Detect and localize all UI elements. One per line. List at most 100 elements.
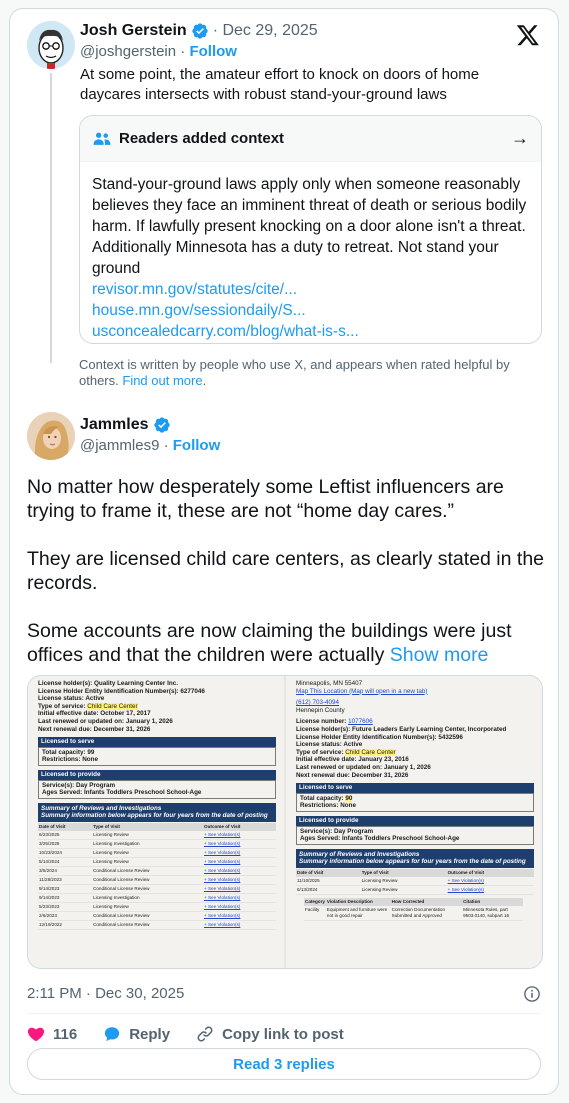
table-cell: Licensing Review [92, 857, 204, 867]
post-paragraph-2: They are licensed child care centers, as… [27, 548, 545, 594]
quoted-date[interactable]: · Dec 29, 2025 [213, 21, 318, 41]
context-link-2[interactable]: house.mn.gov/sessiondaily/S... [92, 300, 529, 321]
doc-right-county: Hennepin County [296, 706, 345, 714]
table-cell: + See Violation(s) [446, 885, 534, 895]
follow-button[interactable]: Follow [173, 437, 221, 454]
note-period: . [202, 373, 207, 388]
table-cell: + See Violation(s) [203, 839, 276, 849]
doc-right-status: License status: Active [296, 741, 363, 749]
author-name[interactable]: Jammles [80, 415, 149, 435]
divider [27, 1013, 541, 1014]
table-row: 3/25/2025 Licensing Investigation + See Vi… [38, 839, 276, 849]
x-logo-icon[interactable] [516, 23, 540, 47]
read-replies-label: Read 3 replies [233, 1055, 335, 1073]
doc-left-type-label: Type of service: [38, 702, 86, 710]
doc-left-next: Next renewal due: December 31, 2026 [38, 725, 151, 733]
author-handle[interactable]: @jammles9 [80, 437, 159, 454]
context-link-3[interactable]: usconcealedcarry.com/blog/what-is-s... [92, 321, 529, 342]
table-row: 11/10/2025 Licensing Review + See Violatio… [296, 876, 534, 886]
like-count: 116 [53, 1025, 78, 1043]
doc-right-table: Date of Visit Type of Visit Outcome of V… [296, 868, 534, 895]
doc-right-entity: License Holder Entity Identification Num… [296, 733, 463, 741]
reply-button[interactable]: Reply [103, 1025, 170, 1043]
quoted-follow-button[interactable]: Follow [189, 43, 237, 60]
doc-right-renewed: Last renewed or updated on: January 1, 2… [296, 763, 431, 771]
doc-right-th: Type of Visit [360, 868, 447, 877]
context-body: Stand-your-ground laws apply only when s… [80, 162, 541, 342]
table-cell: + See Violation(s) [203, 893, 276, 903]
table-cell: + See Violation(s) [203, 884, 276, 894]
find-out-more-link[interactable]: Find out more [122, 373, 202, 388]
post-paragraph-3: Some accounts are now claiming the build… [27, 619, 547, 667]
table-cell: + See Violation(s) [203, 857, 276, 867]
table-row: 9/14/2023 Conditional License Review + See… [38, 884, 276, 894]
post-media[interactable]: License holder(s): Quality Learning Cent… [27, 675, 543, 969]
context-link-1[interactable]: revisor.mn.gov/statutes/cite/... [92, 279, 529, 300]
context-title: Readers added context [119, 130, 285, 147]
table-cell: 11/28/2023 [38, 875, 93, 885]
table-cell: Conditional License Review [92, 920, 204, 930]
doc-right-provide-bar: Licensed to provide [296, 815, 534, 826]
doc-left-serve-block: Total capacity: 99 Restrictions: None [38, 746, 276, 766]
table-cell: Licensing Review [360, 876, 447, 886]
people-icon [93, 132, 111, 145]
media-image-left[interactable]: License holder(s): Quality Learning Cent… [28, 676, 284, 968]
read-replies-button[interactable]: Read 3 replies [27, 1048, 541, 1080]
table-cell: Licensing Investigation [92, 893, 204, 903]
table-cell: 10/23/2024 [38, 848, 93, 858]
quoted-author-name[interactable]: Josh Gerstein [80, 21, 187, 41]
table-cell: + See Violation(s) [203, 920, 276, 930]
doc-right-services: Service(s): Day Program [300, 827, 374, 835]
table-cell: 9/14/2023 [38, 893, 93, 903]
quoted-handle[interactable]: @joshgerstein [80, 43, 176, 60]
table-cell: Licensing Review [92, 902, 204, 912]
readers-context-box[interactable]: Readers added context → Stand-your-groun… [79, 115, 542, 344]
doc-right-sub-th: Citation [462, 897, 523, 906]
doc-left-entity: License Holder Entity Identification Num… [38, 687, 205, 695]
action-bar: 116 Reply Copy link to post [27, 1025, 370, 1043]
post-timestamp[interactable]: 2:11 PM · Dec 30, 2025 [27, 984, 184, 1004]
doc-left-summary-title: Summary of Reviews and Investigations [41, 804, 162, 812]
table-cell: 5/14/2024 [38, 857, 93, 867]
table-cell: Conditional License Review [92, 875, 204, 885]
verified-badge-icon [192, 23, 208, 39]
doc-left-type-value: Child Care Center [87, 702, 138, 710]
doc-right-license-row: License number: 1077606 [296, 718, 534, 726]
doc-left-table: Date of Visit Type of Visit Outcome of V… [38, 822, 276, 930]
doc-left-ages: Ages Served: Infants Toddlers Preschool … [42, 789, 202, 797]
heart-icon [27, 1027, 45, 1042]
table-cell: + See Violation(s) [203, 911, 276, 921]
reply-label: Reply [129, 1025, 171, 1043]
context-text: Stand-your-ground laws apply only when s… [92, 176, 527, 277]
table-cell: + See Violation(s) [203, 902, 276, 912]
table-cell: + See Violation(s) [203, 866, 276, 876]
table-cell: Licensing Review [360, 885, 447, 895]
show-more-link[interactable]: Show more [390, 644, 489, 666]
table-cell: Licensing Investigation [92, 839, 204, 849]
doc-left-summary-bar: Summary of Reviews and Investigations Su… [38, 802, 276, 822]
copy-link-label: Copy link to post [222, 1025, 344, 1043]
doc-right-th: Outcome of Visit [446, 868, 534, 877]
context-header[interactable]: Readers added context → [80, 116, 541, 162]
thread-connector [50, 73, 52, 363]
doc-right-sub-th: Category [304, 897, 326, 906]
table-row: 6/13/2024 Licensing Review + See Violation… [296, 885, 534, 895]
doc-left-initial: Initial effective date: October 17, 2017 [38, 710, 151, 718]
like-button[interactable]: 116 [27, 1025, 77, 1043]
doc-right-map-link: Map This Location (Map will open in a ne… [296, 687, 428, 695]
table-row: 12/19/2022 Conditional License Review + Se… [38, 920, 276, 930]
doc-right-provide-block: Service(s): Day Program Ages Served: Inf… [296, 825, 534, 845]
quoted-author-avatar[interactable] [27, 21, 75, 69]
table-row: 5/14/2024 Licensing Review + See Violation… [38, 857, 276, 867]
doc-right-capacity-label: Total capacity: [300, 794, 344, 802]
handle-separator: · [180, 43, 186, 60]
info-icon[interactable] [523, 985, 541, 1003]
doc-right-sub-cell: Equipment and furniture were not in good… [325, 905, 391, 921]
table-row: 2/6/2023 Conditional License Review + See … [38, 911, 276, 921]
table-cell: 6/13/2024 [296, 885, 361, 895]
arrow-right-icon[interactable]: → [511, 128, 529, 149]
author-avatar[interactable] [27, 412, 75, 460]
copy-link-button[interactable]: Copy link to post [196, 1025, 344, 1043]
doc-left-th: Date of Visit [38, 822, 93, 831]
media-image-right[interactable]: Minneapolis, MN 55407 Map This Location … [286, 676, 542, 968]
